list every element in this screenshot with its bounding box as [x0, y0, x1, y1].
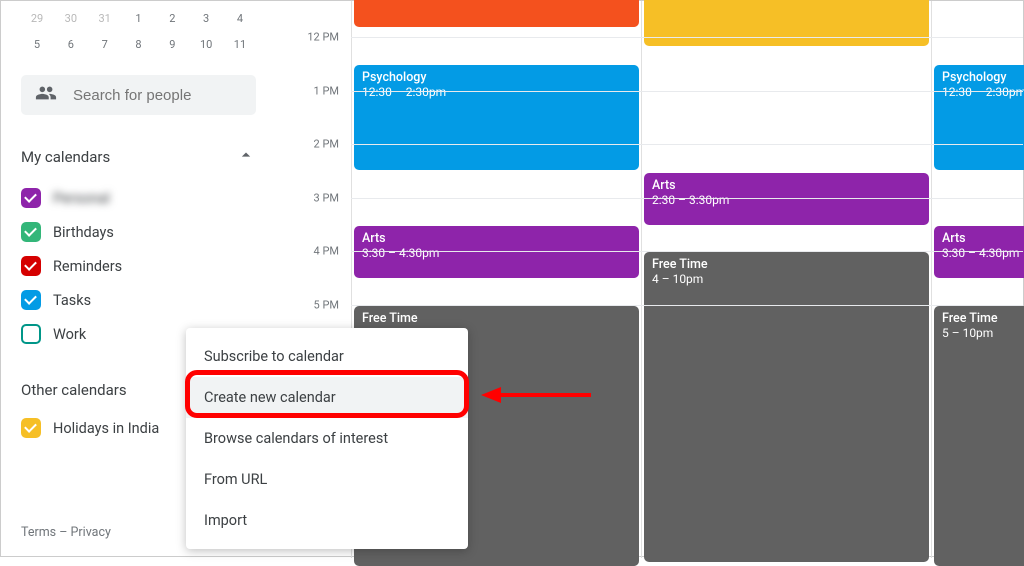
event-title: Arts — [652, 178, 921, 193]
event-title: Free Time — [362, 311, 631, 326]
mini-cal-day[interactable]: 31 — [89, 12, 121, 25]
mini-cal-day[interactable]: 9 — [156, 38, 188, 51]
event-time: 12:30 – 2:30pm — [942, 85, 1024, 99]
event-title: Arts — [942, 231, 1024, 246]
event-time: 5 – 10pm — [942, 326, 1024, 340]
calendar-item[interactable]: Personal — [21, 181, 256, 215]
menu-item[interactable]: Browse calendars of interest — [186, 418, 468, 459]
time-label: 1 PM — [314, 84, 339, 97]
event-time: 3:30 – 4:30pm — [942, 246, 1024, 260]
other-calendars-title: Other calendars — [21, 381, 127, 399]
calendar-checkbox[interactable] — [21, 324, 41, 344]
calendar-label: Reminders — [53, 258, 122, 275]
event-title: Psychology — [362, 70, 631, 85]
event-time: 4 – 10pm — [652, 272, 921, 286]
mini-cal-day[interactable]: 30 — [55, 12, 87, 25]
mini-cal-day[interactable]: 7 — [89, 38, 121, 51]
footer-links: Terms – Privacy — [21, 525, 111, 540]
mini-calendar[interactable]: 2930311234 567891011 — [21, 1, 256, 57]
mini-cal-day[interactable]: 8 — [122, 38, 154, 51]
calendar-event[interactable]: Free Time4 – 10pm — [644, 252, 929, 562]
search-input[interactable] — [73, 87, 242, 104]
calendar-event[interactable]: Psychology12:30 – 2:30pm — [934, 65, 1024, 170]
calendar-label: Tasks — [53, 292, 91, 309]
time-label: 5 PM — [314, 298, 339, 311]
my-calendars-header[interactable]: My calendars — [21, 145, 256, 169]
mini-cal-day[interactable]: 6 — [55, 38, 87, 51]
hour-line — [351, 305, 1023, 306]
menu-item[interactable]: From URL — [186, 459, 468, 500]
calendar-label: Work — [53, 326, 86, 343]
add-calendar-menu: Subscribe to calendarCreate new calendar… — [186, 328, 468, 549]
event-time: 12:30 – 2:30pm — [362, 85, 631, 99]
mini-cal-day[interactable]: 5 — [21, 38, 53, 51]
calendar-label: Birthdays — [53, 224, 114, 241]
event-time: 3:30 – 4:30pm — [362, 246, 631, 260]
calendar-checkbox[interactable] — [21, 290, 41, 310]
calendar-item[interactable]: Tasks — [21, 283, 256, 317]
menu-item[interactable]: Subscribe to calendar — [186, 336, 468, 377]
calendar-checkbox[interactable] — [21, 256, 41, 276]
event-title: Free Time — [652, 257, 921, 272]
time-label: 12 PM — [307, 31, 339, 44]
calendar-event[interactable]: Psychology12:30 – 2:30pm — [354, 65, 639, 170]
mini-cal-day[interactable]: 4 — [224, 12, 256, 25]
day-column-2[interactable]: Arts2:30 – 3:30pm Free Time4 – 10pm — [641, 1, 931, 558]
time-label: 2 PM — [314, 138, 339, 151]
mini-cal-day[interactable]: 3 — [190, 12, 222, 25]
hour-line — [351, 198, 1023, 199]
hour-line — [351, 251, 1023, 252]
calendar-label: Holidays in India — [53, 420, 159, 437]
calendar-item[interactable]: Birthdays — [21, 215, 256, 249]
time-label: 4 PM — [314, 245, 339, 258]
calendar-event[interactable]: Free Time5 – 10pm — [934, 306, 1024, 566]
calendar-label: Personal — [53, 190, 110, 207]
my-calendars-title: My calendars — [21, 148, 110, 166]
chevron-up-icon — [236, 145, 256, 169]
people-icon — [35, 82, 57, 108]
calendar-event[interactable] — [644, 0, 929, 46]
mini-cal-day[interactable]: 29 — [21, 12, 53, 25]
calendar-checkbox[interactable] — [21, 418, 41, 438]
menu-item[interactable]: Create new calendar — [186, 377, 468, 418]
mini-cal-day[interactable]: 11 — [224, 38, 256, 51]
mini-cal-day[interactable]: 1 — [122, 12, 154, 25]
calendar-checkbox[interactable] — [21, 222, 41, 242]
menu-item[interactable]: Import — [186, 500, 468, 541]
privacy-link[interactable]: Privacy — [71, 525, 111, 540]
calendar-item[interactable]: Reminders — [21, 249, 256, 283]
search-people-box[interactable] — [21, 75, 256, 115]
event-title: Psychology — [942, 70, 1024, 85]
calendar-event[interactable]: Arts3:30 – 4:30pm — [934, 226, 1024, 278]
day-column-3[interactable]: Psychology12:30 – 2:30pm Arts3:30 – 4:30p… — [931, 1, 1024, 558]
my-calendars-list: Personal Birthdays Reminders Tasks Work — [21, 181, 256, 351]
hour-line — [351, 144, 1023, 145]
event-title: Free Time — [942, 311, 1024, 326]
calendar-event[interactable]: Arts3:30 – 4:30pm — [354, 226, 639, 278]
hour-line — [351, 37, 1023, 38]
event-title: Arts — [362, 231, 631, 246]
calendar-event[interactable] — [354, 0, 639, 27]
event-time: 2:30 – 3:30pm — [652, 193, 921, 207]
terms-link[interactable]: Terms — [21, 525, 56, 540]
mini-cal-day[interactable]: 2 — [156, 12, 188, 25]
hour-line — [351, 91, 1023, 92]
calendar-event[interactable]: Arts2:30 – 3:30pm — [644, 173, 929, 225]
mini-cal-day[interactable]: 10 — [190, 38, 222, 51]
calendar-checkbox[interactable] — [21, 188, 41, 208]
time-label: 3 PM — [314, 191, 339, 204]
